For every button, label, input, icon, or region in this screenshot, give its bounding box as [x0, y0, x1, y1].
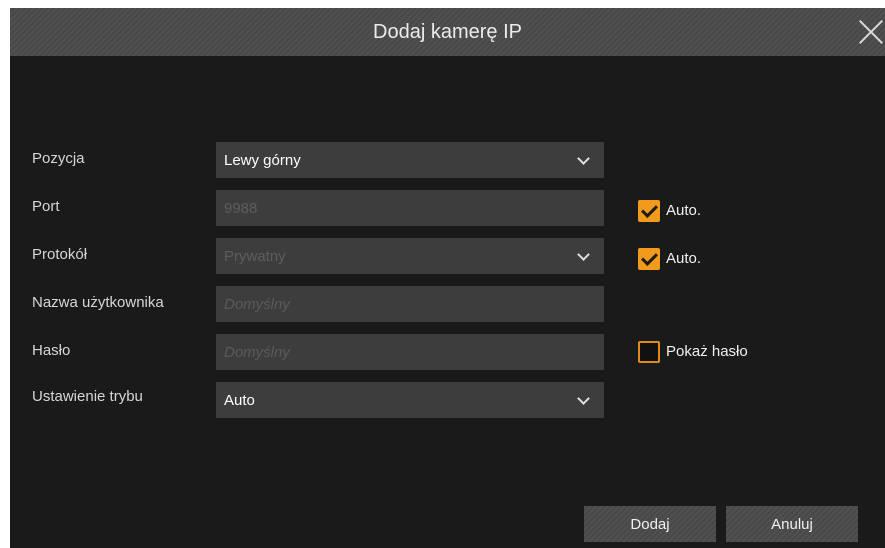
- port-auto-checkbox[interactable]: [638, 200, 660, 222]
- show-password-checkbox[interactable]: [638, 341, 660, 363]
- mode-label: Ustawienie trybu: [32, 388, 143, 405]
- chevron-down-icon: [577, 152, 590, 165]
- position-select[interactable]: Lewy górny: [216, 142, 604, 178]
- protocol-auto-label: Auto.: [666, 250, 702, 267]
- chevron-down-icon: [577, 392, 590, 405]
- password-field[interactable]: Domyślny: [216, 334, 604, 370]
- close-icon[interactable]: [857, 18, 885, 46]
- show-password-label: Pokaż hasło: [666, 343, 748, 360]
- mode-select[interactable]: Auto: [216, 382, 604, 418]
- protocol-value: Prywatny: [224, 247, 286, 265]
- dialog-title: Dodaj kamerę IP: [373, 20, 522, 43]
- add-button[interactable]: Dodaj: [584, 506, 716, 542]
- username-label: Nazwa użytkownika: [32, 294, 164, 311]
- protocol-select[interactable]: Prywatny: [216, 238, 604, 274]
- dialog-titlebar: Dodaj kamerę IP: [10, 8, 885, 56]
- port-label: Port: [32, 198, 60, 215]
- username-placeholder: Domyślny: [224, 295, 290, 313]
- add-ip-camera-dialog: Dodaj kamerę IP Pozycja Lewy górny Port …: [10, 8, 885, 548]
- password-label: Hasło: [32, 342, 71, 359]
- port-field[interactable]: 9988: [216, 190, 604, 226]
- position-label: Pozycja: [32, 150, 85, 167]
- mode-value: Auto: [224, 391, 255, 409]
- position-value: Lewy górny: [224, 151, 301, 169]
- username-field[interactable]: Domyślny: [216, 286, 604, 322]
- cancel-button[interactable]: Anuluj: [726, 506, 858, 542]
- port-auto-label: Auto.: [666, 202, 702, 219]
- password-placeholder: Domyślny: [224, 343, 290, 361]
- port-value: 9988: [224, 199, 258, 217]
- protocol-label: Protokół: [32, 246, 88, 263]
- protocol-auto-checkbox[interactable]: [638, 248, 660, 270]
- chevron-down-icon: [577, 248, 590, 261]
